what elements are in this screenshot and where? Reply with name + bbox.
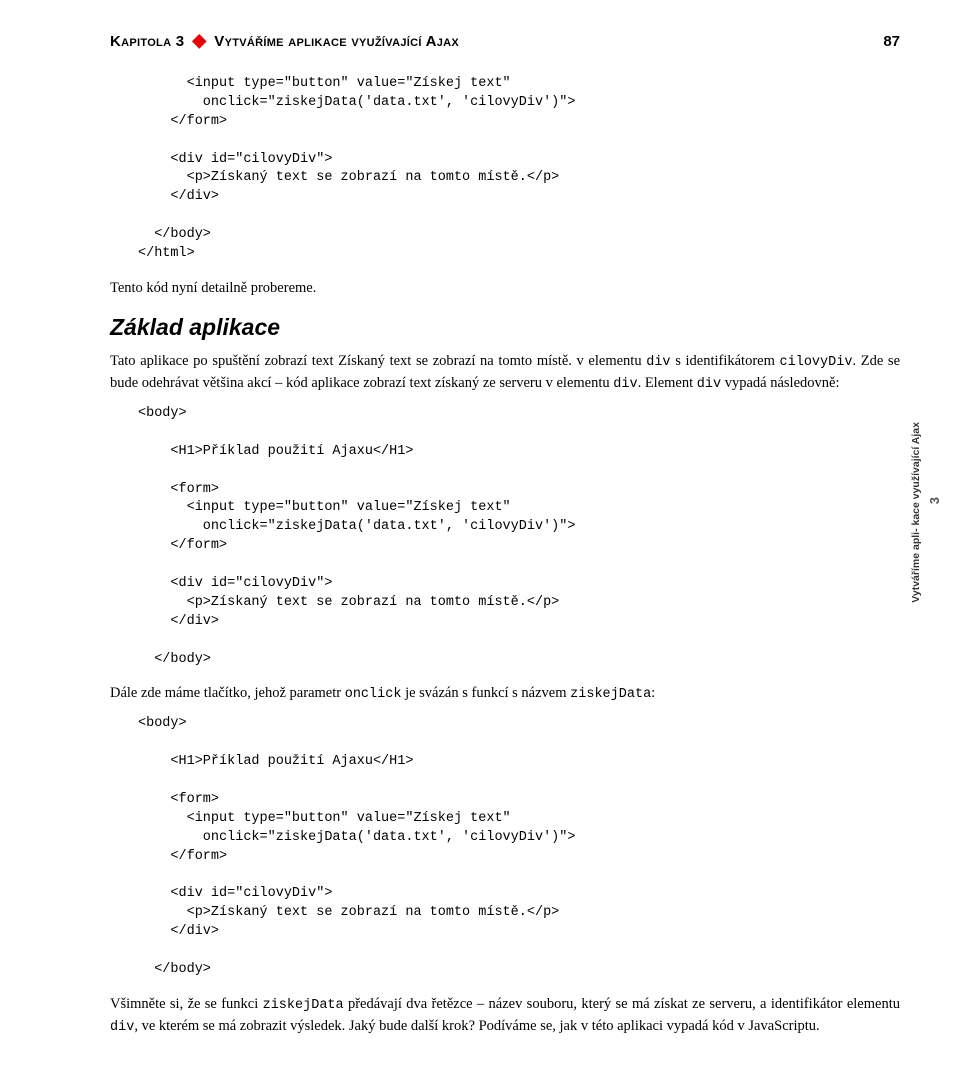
paragraph-2: Tato aplikace po spuštění zobrazí text Z…	[110, 351, 900, 395]
inline-code-ziskej: ziskejData	[263, 998, 344, 1013]
text: vypadá následovně:	[721, 375, 839, 391]
inline-code-div: div	[613, 377, 637, 392]
section-heading: Základ aplikace	[110, 314, 900, 341]
page-header: Kapitola 3 ◆ Vytváříme aplikace využívaj…	[110, 30, 900, 51]
side-tab-number: 3	[927, 496, 942, 504]
text: Tato aplikace po spuštění zobrazí text Z…	[110, 353, 646, 369]
paragraph-3: Dále zde máme tlačítko, jehož parametr o…	[110, 683, 900, 705]
text: :	[651, 685, 655, 701]
text: Všimněte si, že se funkci	[110, 996, 263, 1012]
inline-code-ziskej: ziskejData	[570, 687, 651, 702]
inline-code-div: div	[697, 377, 721, 392]
text: Dále zde máme tlačítko, jehož parametr	[110, 685, 345, 701]
paragraph-4: Všimněte si, že se funkci ziskejData pře…	[110, 994, 900, 1038]
chapter-label: Kapitola 3	[110, 33, 184, 50]
side-tab: Vytváříme apli- kace využívající Ajax 3	[910, 398, 942, 603]
text: předávají dva řetězce – název souboru, k…	[344, 996, 900, 1012]
text: je svázán s funkcí s názvem	[401, 685, 570, 701]
text: , ve kterém se má zobrazit výsledek. Jak…	[134, 1018, 819, 1034]
page: Kapitola 3 ◆ Vytváříme aplikace využívaj…	[0, 0, 960, 1088]
chapter-title: Vytváříme aplikace využívající Ajax	[214, 33, 459, 50]
code-block-3: <body> <H1>Příklad použití Ajaxu</H1> <f…	[138, 715, 900, 979]
paragraph-intro: Tento kód nyní detailně probereme.	[110, 278, 900, 298]
text: s identifikátorem	[671, 353, 780, 369]
inline-code-div: div	[646, 355, 670, 370]
diamond-icon: ◆	[192, 30, 206, 51]
code-block-2: <body> <H1>Příklad použití Ajaxu</H1> <f…	[138, 405, 900, 669]
text: . Element	[638, 375, 697, 391]
side-tab-text: Vytváříme apli- kace využívající Ajax	[910, 422, 923, 603]
code-block-1: <input type="button" value="Získej text"…	[138, 75, 900, 264]
page-number: 87	[883, 33, 900, 50]
inline-code-div: div	[110, 1020, 134, 1035]
inline-code-cilovy: cilovyDiv	[780, 355, 853, 370]
inline-code-onclick: onclick	[345, 687, 402, 702]
